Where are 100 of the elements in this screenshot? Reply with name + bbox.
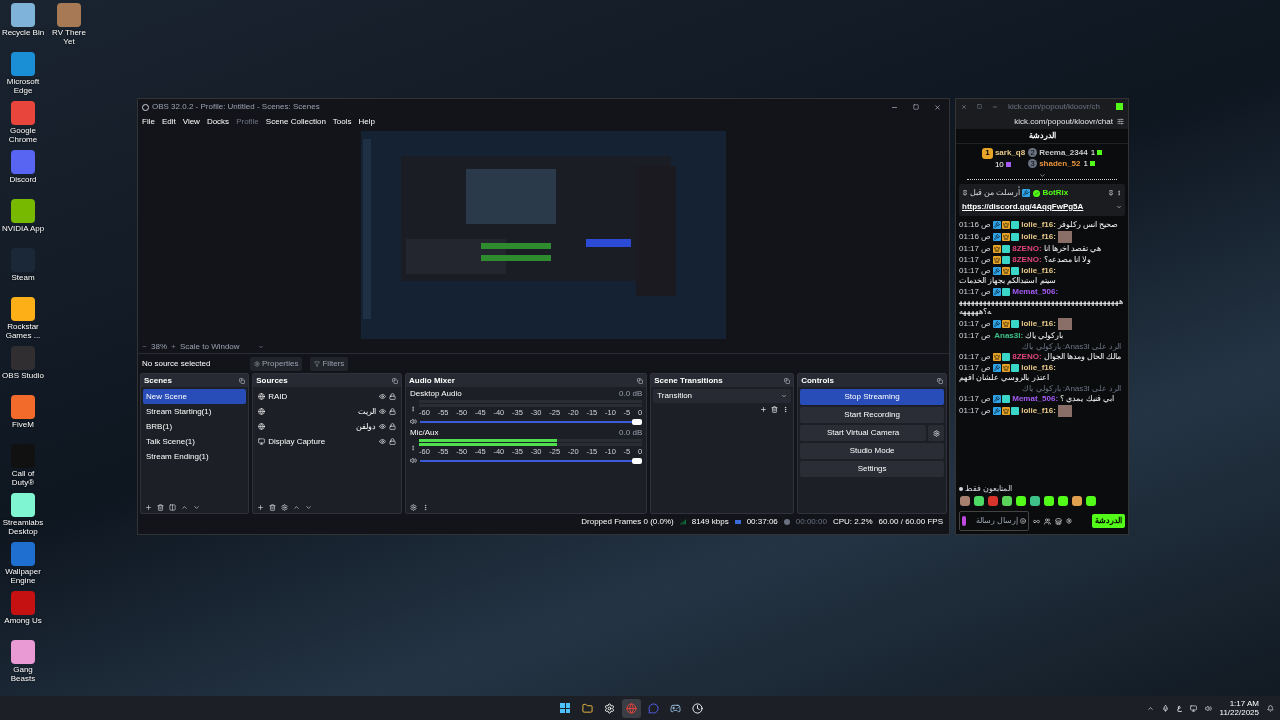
people-icon[interactable] [1044,517,1051,525]
eye-icon[interactable] [379,393,387,400]
eye-icon[interactable] [379,423,387,430]
source-name[interactable]: دولفن [268,420,377,433]
control-button[interactable]: Studio Mode [800,443,945,459]
smile-icon[interactable] [1020,518,1026,524]
float-icon[interactable] [637,377,644,384]
scene-item[interactable]: BRB(1) [143,419,247,434]
slider-thumb[interactable] [632,457,643,464]
chevron-up-icon[interactable] [1146,704,1154,712]
menu-item[interactable]: File [142,116,155,128]
pin-icon[interactable] [1108,190,1114,196]
slider-thumb[interactable] [632,418,643,425]
message-field[interactable]: إرسال رسالة [968,515,1018,527]
source-name[interactable]: Display Capture [268,435,377,448]
float-icon[interactable] [392,377,399,384]
control-button[interactable]: Settings [800,461,945,477]
scene-item[interactable]: Stream Ending(1) [143,449,247,464]
more-icon[interactable] [1116,190,1122,196]
close-icon[interactable] [934,103,941,111]
delete-icon[interactable] [771,406,779,413]
move-down-icon[interactable] [193,503,200,511]
settings-icon[interactable] [410,503,418,511]
emote-icon[interactable] [1058,496,1068,506]
zoom-in-icon[interactable] [171,344,176,349]
chevron-icon[interactable] [1116,204,1122,210]
move-up-icon[interactable] [293,503,301,511]
add-icon[interactable] [145,503,152,511]
menu-item[interactable]: Tools [332,116,352,128]
scene-item[interactable]: New Scene [143,389,247,404]
menu-item[interactable]: Scene Collection [265,116,326,128]
menu-item[interactable]: Help [358,116,375,128]
delete-icon[interactable] [157,503,164,511]
notification-icon[interactable] [1267,704,1274,712]
maximize-icon[interactable] [977,104,982,109]
float-icon[interactable] [239,377,246,384]
record-icon [783,519,790,525]
lock-icon[interactable] [389,438,397,445]
control-button[interactable]: Stop Streaming [800,389,945,405]
control-button[interactable]: Start Virtual Camera [800,425,927,441]
globe-icon[interactable] [621,698,641,718]
toolbar-button[interactable]: Filters [310,356,349,371]
emote-icon[interactable] [1072,496,1082,506]
delete-icon[interactable] [269,503,277,511]
close-icon[interactable] [961,103,967,110]
emote-icon[interactable] [960,496,970,506]
lock-icon[interactable] [389,393,397,400]
clock-time[interactable]: 1:17 AM [1229,699,1259,708]
emote-icon[interactable] [1030,496,1040,506]
source-name[interactable]: الريت [268,405,377,418]
float-icon[interactable] [784,377,791,384]
control-button[interactable]: Start Recording [800,407,945,423]
pinned-link[interactable]: https://discord.gg/4AqqFwPg5A [962,201,1084,213]
volume-slider[interactable] [420,457,643,464]
eye-icon[interactable] [379,408,387,415]
emote-icon[interactable] [1016,496,1026,506]
microphone-icon[interactable] [1161,704,1169,712]
menu-item[interactable]: View [182,116,200,128]
scale-dropdown[interactable]: Scale to Window [180,340,240,353]
move-down-icon[interactable] [305,503,313,511]
source-name[interactable]: RAID [268,390,377,403]
toolbar-button[interactable]: Properties [250,356,303,371]
message-input[interactable]: إرسال رسالة [959,511,1029,531]
infinity-icon[interactable] [1033,517,1040,525]
add-icon[interactable] [257,503,265,511]
gift-count: 1 [1083,158,1088,169]
lock-icon[interactable] [389,408,397,415]
volume-slider[interactable] [420,418,643,425]
monitor-icon[interactable] [1189,704,1197,712]
emote-icon[interactable] [1086,496,1096,506]
send-button[interactable]: الدردشة [1092,514,1125,528]
store-icon[interactable] [1055,517,1062,525]
clock-date[interactable]: 11/22/2025 [1219,708,1259,717]
speaker-icon[interactable] [410,457,418,464]
settings-button[interactable] [928,425,945,441]
emote-icon[interactable] [1002,496,1012,506]
float-icon[interactable] [937,377,944,384]
emote-icon[interactable] [974,496,984,506]
speaker-icon[interactable] [1204,704,1212,712]
menu-item[interactable]: Edit [161,116,176,128]
shortcut-label: NVIDIA App [1,224,45,233]
maximize-icon[interactable] [913,104,919,110]
sliders-icon[interactable] [1117,118,1124,125]
eye-icon[interactable] [379,438,387,445]
lock-icon[interactable] [389,423,397,430]
scene-item[interactable]: Talk Scene(1) [143,434,247,449]
scene-item[interactable]: Stream Starting(1) [143,404,247,419]
shortcut-icon[interactable] [11,493,35,517]
speaker-icon[interactable] [410,418,418,425]
menu-item[interactable]: Docks [206,116,230,128]
expand-icon[interactable] [1038,172,1046,179]
filter-icon[interactable] [169,503,176,511]
settings-icon[interactable] [281,503,289,511]
language-indicator[interactable]: ع [1176,702,1182,714]
more-icon[interactable] [410,404,417,413]
move-up-icon[interactable] [181,503,188,511]
emote-icon[interactable] [1044,496,1054,506]
more-icon[interactable] [410,443,417,452]
add-icon[interactable] [760,406,768,413]
transition-dropdown[interactable]: Transition [653,389,792,403]
